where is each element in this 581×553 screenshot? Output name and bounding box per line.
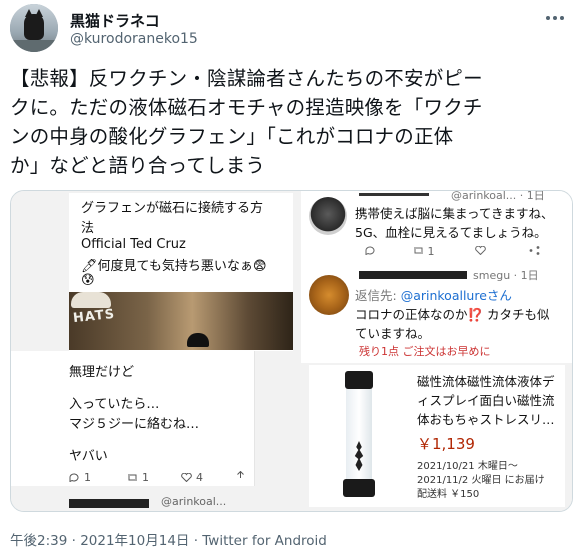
like-count: 4 (181, 471, 203, 484)
reply-text: 5G、血栓に見えるてましょうね。 (355, 225, 547, 240)
delivery-date: 2021/10/21 木曜日～ (417, 461, 518, 472)
tweet-line: クに。ただの液体磁石オモチャの捏造映像を「ワクチ (10, 96, 483, 119)
embedded-reply-card-2: smegu · 1日 返信先: @arinkoallureさん コロナの正体なの… (301, 269, 572, 363)
reply-text: コロナの正体なのか⁉️ カタチも似 (355, 307, 550, 322)
tweet-line: か」などと語り合ってしまう (10, 154, 266, 177)
reply-handle: @arinkoal... (161, 495, 227, 508)
reply-text: ヤバい (69, 449, 108, 464)
user-handle[interactable]: @kurodoraneko15 (70, 31, 198, 47)
card-text: 🖊何度見ても気持ち悪いなぁ😨 (81, 259, 267, 274)
card-text: グラフェンが磁石に接続する方 (81, 201, 264, 216)
card-text: Official Ted Cruz (81, 237, 186, 252)
tweet-line: ンの中身の酸化グラフェン」「これがコロナの正体 (10, 125, 454, 148)
reply-text: 携帯使えば脳に集まってきますね、 (355, 206, 554, 221)
media-image-right[interactable]: @arinkoal... · 1日 携帯使えば脳に集まってきますね、 5G、血栓… (301, 190, 572, 511)
redaction-bar (359, 193, 429, 196)
shipping-fee: 配送料 ￥150 (417, 489, 480, 500)
product-title: 体おもちゃストレスリ… (417, 412, 555, 427)
avatar (309, 197, 347, 235)
card-text: 😰 (81, 273, 95, 288)
product-price: ￥1,139 (417, 435, 475, 453)
redaction-bar (359, 271, 467, 279)
retweet-icon (128, 474, 137, 481)
reply-handle: @arinkoal... · 1日 (451, 190, 545, 202)
retweet-count: 1 (413, 245, 435, 258)
share-icon (529, 245, 540, 258)
tweet-timestamp[interactable]: 午後2:39 · 2021年10月14日 · Twitter for Andro… (10, 529, 327, 549)
share-icon (235, 471, 246, 480)
embedded-reply-card: 無理だけど 入っていたら… マジ５ジーに絡むね… ヤバい (11, 351, 255, 486)
avatar[interactable] (10, 4, 58, 52)
media-image-left[interactable]: グラフェンが磁石に接続する方 法 Official Ted Cruz 🖊何度見て… (11, 191, 294, 511)
retweet-count: 1 (127, 471, 149, 484)
reply-text: 入っていたら… (69, 397, 160, 412)
tweet-media[interactable]: グラフェンが磁石に接続する方 法 Official Ted Cruz 🖊何度見て… (10, 190, 573, 512)
heart-icon (475, 245, 486, 258)
product-title: ィスプレイ面白い磁性流 (417, 393, 555, 408)
display-name[interactable]: 黒猫ドラネコ (70, 10, 160, 31)
product-listing: 磁性流体磁性流体液体デ ィスプレイ面白い磁性流 体おもちゃストレスリ… ￥1,1… (309, 365, 565, 507)
redaction-bar (69, 499, 149, 508)
tweet-header: 黒猫ドラネコ @kurodoraneko15 (10, 4, 571, 56)
reply-text: マジ５ジーに絡むね… (69, 417, 200, 432)
reply-text: ていますね。 (355, 326, 431, 341)
reply-text: 無理だけど (69, 365, 135, 380)
tweet-line: 【悲報】反ワクチン・陰謀論者さんたちの不安がピー (10, 67, 483, 90)
product-image (315, 369, 403, 503)
reply-actions: 1 1 4 (69, 471, 255, 485)
reply-count: 1 (69, 471, 91, 484)
magnet-fluid-shape (187, 333, 209, 347)
tweet-text: 【悲報】反ワクチン・陰謀論者さんたちの不安がピー クに。ただの液体磁石オモチャの… (10, 64, 570, 180)
hat-shape (71, 292, 111, 308)
product-title: 磁性流体磁性流体液体デ (417, 374, 555, 389)
card-text: 法 (81, 221, 95, 236)
comment-icon (69, 473, 79, 482)
comment-icon (365, 245, 376, 258)
more-options-icon[interactable] (543, 8, 567, 28)
heart-icon (181, 473, 192, 482)
retweet-icon (414, 247, 423, 254)
avatar (309, 275, 349, 315)
cutoff-text: 残り1点 ご注文はお早めに (359, 345, 491, 358)
reply-handle: smegu · 1日 (473, 269, 539, 282)
reply-to-line: 返信先: @arinkoallureさん (355, 288, 512, 303)
delivery-date: 2021/11/2 火曜日 にお届け (417, 475, 545, 486)
